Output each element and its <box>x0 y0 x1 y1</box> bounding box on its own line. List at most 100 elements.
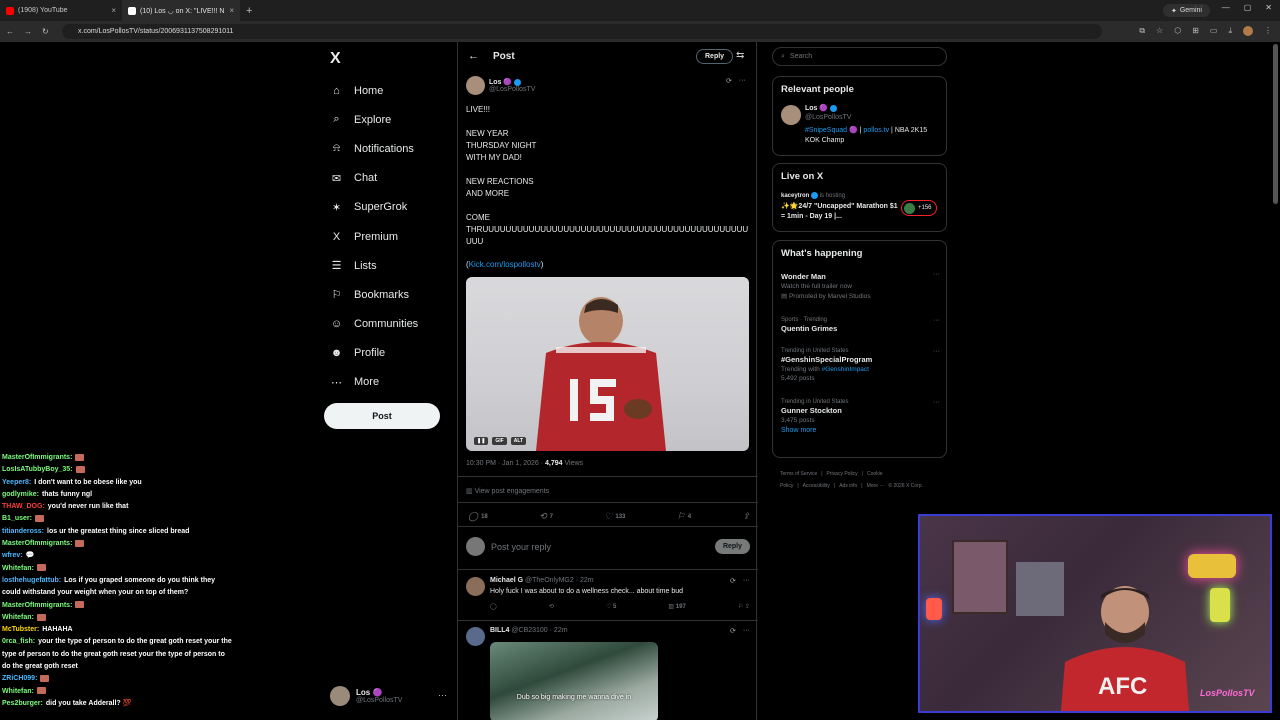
site-link[interactable]: pollos.tv <box>863 127 889 134</box>
share-stat[interactable]: ⇪ <box>742 511 750 522</box>
chat-username[interactable]: godlymike: <box>2 491 39 498</box>
grok-icon[interactable]: ⟳ <box>730 627 736 635</box>
trend-item[interactable]: Trending in United States Gunner Stockto… <box>781 399 941 424</box>
post-button[interactable]: Post <box>324 403 440 429</box>
x-logo[interactable]: X <box>330 50 341 68</box>
maximize-icon[interactable]: ▢ <box>1244 3 1252 12</box>
more-icon[interactable]: ··· <box>438 690 447 700</box>
nav-item-explore[interactable]: ⌕ Explore <box>330 105 418 134</box>
chat-username[interactable]: titiandeross: <box>2 528 44 535</box>
footer-link[interactable]: Ads info <box>839 483 857 489</box>
pause-icon[interactable]: ❚❚ <box>474 437 489 445</box>
reply-stat[interactable]: ◯ 18 <box>468 511 488 522</box>
footer-link[interactable]: Terms of Service <box>780 471 817 477</box>
repost-stat[interactable]: ⟲ 7 <box>539 511 553 522</box>
chat-username[interactable]: THAW_DOG: <box>2 503 45 510</box>
sidepanel-icon[interactable]: ▭ <box>1210 26 1218 36</box>
reply-input[interactable]: Post your reply <box>491 542 709 552</box>
back-arrow-icon[interactable]: ← <box>468 50 479 62</box>
bookmark-share[interactable]: ⚐ ⇪ <box>738 603 750 610</box>
chat-username[interactable]: MasterOfImmigrants: <box>2 454 72 461</box>
chat-username[interactable]: wfrev: <box>2 552 23 559</box>
repost-icon[interactable]: ⟲ <box>549 603 554 610</box>
more-icon[interactable]: ··· <box>933 399 940 406</box>
grok-icon[interactable]: ⟳ <box>726 77 732 85</box>
address-bar[interactable]: x.com/LosPollosTV/status/200693113750829… <box>62 24 1102 39</box>
install-icon[interactable]: ⧉ <box>1139 26 1145 36</box>
nav-item-profile[interactable]: ☻ Profile <box>330 339 418 368</box>
more-icon[interactable]: ··· <box>743 577 750 585</box>
settings-icon[interactable]: ⇆ <box>736 50 744 61</box>
chat-username[interactable]: Pes2burger: <box>2 700 43 707</box>
chat-username[interactable]: Whitefan: <box>2 565 34 572</box>
nav-item-communities[interactable]: ☺ Communities <box>330 310 418 339</box>
nav-item-home[interactable]: ⌂ Home <box>330 76 418 105</box>
alt-badge[interactable]: ALT <box>510 437 527 445</box>
live-title[interactable]: ✨🌟24/7 "Uncapped" Marathon $1 = 1min - D… <box>781 202 901 222</box>
close-window-icon[interactable]: ✕ <box>1265 3 1272 12</box>
tab-x-post[interactable]: (10) Los ◡ on X: "LIVE!!! NEW × <box>122 0 240 21</box>
reply-button[interactable]: Reply <box>696 49 734 64</box>
more-icon[interactable]: ··· <box>933 317 940 324</box>
forward-icon[interactable]: → <box>24 27 32 36</box>
chat-username[interactable]: Whitefan: <box>2 688 34 695</box>
profile-avatar[interactable] <box>1243 26 1253 36</box>
footer-link[interactable]: Privacy Policy <box>827 471 858 477</box>
reply-item[interactable]: Michael G @TheOnlyMG2 · 22m Holy fuck I … <box>466 577 750 617</box>
more-icon[interactable]: ··· <box>743 627 750 635</box>
post-gif[interactable]: ❚❚ GIF ALT <box>466 277 749 451</box>
nav-item-premium[interactable]: X Premium <box>330 222 418 251</box>
chat-username[interactable]: MasterOfImmigrants: <box>2 540 72 547</box>
star-icon[interactable]: ☆ <box>1156 26 1163 36</box>
back-icon[interactable]: ← <box>6 27 14 36</box>
gemini-button[interactable]: ✦ Gemini <box>1162 4 1210 17</box>
kick-link[interactable]: Kick.com/lospollostv <box>469 260 541 269</box>
reply-video[interactable]: Dub so big making me wanna dive in <box>490 642 658 720</box>
hashtag-link[interactable]: #SnipeSquad 🟣 <box>805 127 858 134</box>
trend-item[interactable]: Trending in United States #GenshinSpecia… <box>781 348 941 382</box>
like-stat[interactable]: ♡ 5 <box>606 603 616 610</box>
footer-link[interactable]: More ··· <box>867 483 885 489</box>
nav-item-lists[interactable]: ☰ Lists <box>330 251 418 280</box>
chat-username[interactable]: ZRiCH099: <box>2 675 37 682</box>
download-icon[interactable]: ⤓ <box>1228 26 1232 36</box>
more-icon[interactable]: ··· <box>933 271 940 278</box>
more-icon[interactable]: ··· <box>933 348 940 355</box>
chat-username[interactable]: 0rca_fish: <box>2 638 35 645</box>
nav-item-notifications[interactable]: ⍾ Notifications <box>330 134 418 163</box>
menu-icon[interactable]: ⋮ <box>1264 26 1272 36</box>
close-icon[interactable]: × <box>229 6 234 15</box>
grok-icon[interactable]: ⟳ <box>730 577 736 585</box>
extension-icon[interactable]: ⬡ <box>1174 26 1181 36</box>
puzzle-icon[interactable]: ⊞ <box>1192 26 1199 36</box>
nav-item-chat[interactable]: ✉ Chat <box>330 164 418 193</box>
account-switcher[interactable]: Los 🟣 @LosPollosTV ··· <box>330 686 447 706</box>
scrollbar[interactable] <box>1273 44 1278 204</box>
search-input[interactable]: ⌕ Search <box>772 47 947 66</box>
bookmark-stat[interactable]: ⚐ 4 <box>677 511 691 522</box>
post-time[interactable]: 10:30 PM · Jan 1, 2026 · <box>466 460 545 467</box>
minimize-icon[interactable]: — <box>1222 3 1230 12</box>
show-more-link[interactable]: Show more <box>781 427 816 434</box>
person-name[interactable]: Los 🟣 <box>805 105 828 112</box>
view-engagements-link[interactable]: ▥ View post engagements <box>466 487 549 495</box>
more-icon[interactable]: ··· <box>739 77 746 85</box>
footer-link[interactable]: Accessibility <box>803 483 830 489</box>
reply-icon[interactable]: ◯ <box>490 603 497 610</box>
footer-link[interactable]: © 2026 X Corp. <box>888 483 923 489</box>
hashtag-link[interactable]: #GenshinImpact <box>822 366 869 373</box>
reload-icon[interactable]: ↻ <box>42 27 49 36</box>
live-listener-count[interactable]: +156 <box>901 200 937 216</box>
like-stat[interactable]: ♡ 133 <box>604 511 625 522</box>
chat-username[interactable]: LosIsATubbyBoy_35: <box>2 466 73 473</box>
tab-youtube[interactable]: (1908) YouTube × <box>0 0 122 21</box>
nav-item-bookmarks[interactable]: ⚐ Bookmarks <box>330 280 418 309</box>
reply-item[interactable]: BILL4 @CB23100 · 22m ⟳ ··· Dub so big mak… <box>466 627 750 720</box>
chat-username[interactable]: McTubster: <box>2 626 39 633</box>
chat-username[interactable]: B1_user: <box>2 515 32 522</box>
new-tab-button[interactable]: + <box>246 5 252 17</box>
composer-reply-button[interactable]: Reply <box>714 539 750 554</box>
views-stat[interactable]: ▥ 197 <box>668 603 685 610</box>
close-icon[interactable]: × <box>111 6 116 15</box>
live-host[interactable]: kaceytron is hosting <box>781 192 845 199</box>
